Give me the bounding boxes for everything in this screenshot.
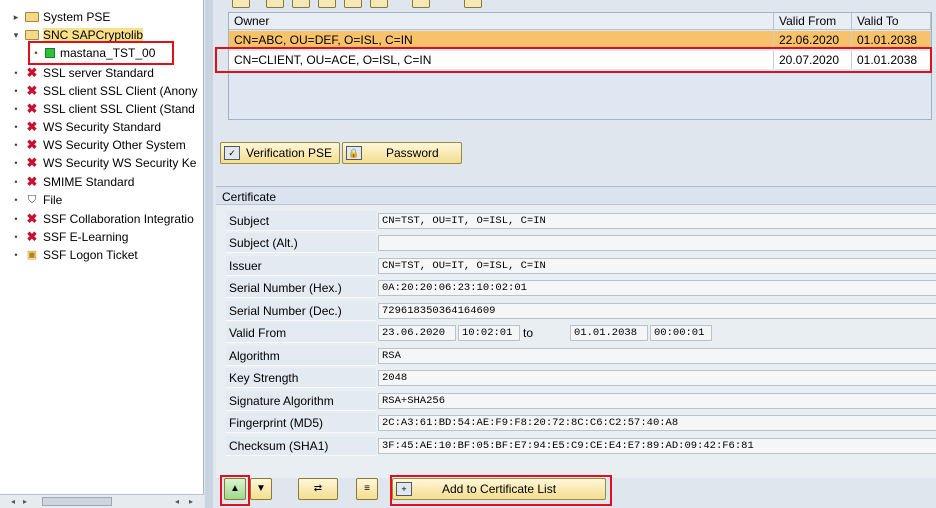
scroll-thumb[interactable] xyxy=(42,497,112,506)
field-serial-dec: Serial Number (Dec.) 729618350364164609 xyxy=(226,301,936,321)
tree-item-system-pse[interactable]: ▸ System PSE xyxy=(0,8,204,26)
display-details-icon[interactable]: ≡ xyxy=(356,478,378,500)
table-row[interactable]: CN=ABC, OU=DEF, O=ISL, C=IN 22.06.2020 0… xyxy=(229,31,931,49)
field-signature-algorithm: Signature Algorithm RSA+SHA256 xyxy=(226,391,936,411)
lock-icon: 🔒 xyxy=(346,146,362,160)
print-icon[interactable] xyxy=(370,0,388,8)
field-subject: Subject CN=TST, OU=IT, O=ISL, C=IN xyxy=(226,211,936,231)
tree-item-mastana-tst[interactable]: • mastana_TST_00 xyxy=(0,44,204,62)
section-title: Certificate xyxy=(222,190,277,204)
sort-asc-icon[interactable] xyxy=(292,0,310,8)
tree-item-ws-security-other[interactable]: • ✖ WS Security Other System xyxy=(0,136,204,154)
field-subject-alt: Subject (Alt.) xyxy=(226,233,936,253)
tree-item-ssl-client-anon[interactable]: • ✖ SSL client SSL Client (Anony xyxy=(0,82,204,100)
add-to-certificate-list-button[interactable]: + Add to Certificate List xyxy=(392,478,606,500)
field-valid-from: Valid From 23.06.2020 10:02:01 to 01.01.… xyxy=(226,323,936,343)
select-all-icon[interactable] xyxy=(266,0,284,8)
pse-tree-panel: ▸ System PSE ▾ SNC SAPCryptolib • mastan… xyxy=(0,0,204,508)
field-fingerprint-md5: Fingerprint (MD5) 2C:A3:61:BD:54:AE:F9:F… xyxy=(226,413,936,433)
scroll-right-icon[interactable]: ▸ xyxy=(20,496,30,507)
tree-item-ws-security-keys[interactable]: • ✖ WS Security WS Security Ke xyxy=(0,154,204,172)
collapse-arrow-icon[interactable]: ▾ xyxy=(13,30,19,41)
import-certificate-icon[interactable]: ▲ xyxy=(224,478,246,500)
folder-icon xyxy=(25,12,39,22)
tree-item-file[interactable]: • ⛉ File xyxy=(0,191,204,209)
verification-pse-button[interactable]: ✓ Verification PSE xyxy=(220,142,340,164)
scroll-left-icon[interactable]: ◂ xyxy=(172,496,182,507)
tree-item-ssf-elearning[interactable]: • ✖ SSF E-Learning xyxy=(0,228,204,246)
red-x-icon: ✖ xyxy=(26,65,38,80)
red-x-icon: ✖ xyxy=(26,83,38,98)
tree-item-ssf-logon-ticket[interactable]: • ▣ SSF Logon Ticket xyxy=(0,246,204,264)
add-certificate-icon: + xyxy=(396,482,412,496)
red-x-icon: ✖ xyxy=(26,101,38,116)
red-x-icon: ✖ xyxy=(26,155,38,170)
filter-icon[interactable] xyxy=(318,0,336,8)
file-shield-icon: ⛉ xyxy=(27,194,37,206)
logon-ticket-icon: ▣ xyxy=(26,249,38,261)
expand-arrow-icon[interactable]: ▸ xyxy=(13,12,19,23)
red-x-icon: ✖ xyxy=(26,119,38,134)
details-icon[interactable] xyxy=(232,0,250,8)
delete-icon[interactable] xyxy=(464,0,482,8)
green-status-icon xyxy=(45,48,55,58)
field-key-strength: Key Strength 2048 xyxy=(226,368,936,388)
tree-item-ssl-server-standard[interactable]: • ✖ SSL server Standard xyxy=(0,64,204,82)
field-serial-hex: Serial Number (Hex.) 0A:20:20:06:23:10:0… xyxy=(226,278,936,298)
field-algorithm: Algorithm RSA xyxy=(226,346,936,366)
tree-item-ssl-client-standard[interactable]: • ✖ SSL client SSL Client (Stand xyxy=(0,100,204,118)
tree-item-snc-sapcryptolib[interactable]: ▾ SNC SAPCryptolib xyxy=(0,26,204,44)
red-x-icon: ✖ xyxy=(26,137,38,152)
col-header-valid-to[interactable]: Valid To xyxy=(852,13,931,30)
compare-certificates-icon[interactable]: ⇄ xyxy=(298,478,338,500)
field-checksum-sha1: Checksum (SHA1) 3F:45:AE:10:BF:05:BF:E7:… xyxy=(226,436,936,456)
table-row[interactable]: CN=CLIENT, OU=ACE, O=ISL, C=IN 20.07.202… xyxy=(229,51,931,69)
col-header-valid-from[interactable]: Valid From xyxy=(774,13,852,30)
owner-toolbar xyxy=(228,0,498,10)
certificate-panel: Certificate Subject CN=TST, OU=IT, O=ISL… xyxy=(216,186,936,478)
col-header-owner[interactable]: Owner xyxy=(229,13,774,30)
red-x-icon: ✖ xyxy=(26,174,38,189)
panel-splitter[interactable] xyxy=(205,0,213,508)
tree-item-ws-security-standard[interactable]: • ✖ WS Security Standard xyxy=(0,118,204,136)
scroll-right-icon[interactable]: ▸ xyxy=(186,496,196,507)
red-x-icon: ✖ xyxy=(26,229,38,244)
verification-icon: ✓ xyxy=(224,146,240,160)
folder-open-icon xyxy=(25,30,39,40)
certificate-toolbar: ▲ ▼ ⇄ ≡ + Add to Certificate List xyxy=(216,478,936,508)
certificate-list-table: Owner Valid From Valid To CN=ABC, OU=DEF… xyxy=(228,12,932,120)
tree-horizontal-scrollbar[interactable]: ◂ ▸ ◂ ▸ xyxy=(0,494,204,508)
field-issuer: Issuer CN=TST, OU=IT, O=ISL, C=IN xyxy=(226,256,936,276)
scroll-left-icon[interactable]: ◂ xyxy=(8,496,18,507)
export-certificate-icon[interactable]: ▼ xyxy=(250,478,272,500)
sum-icon[interactable] xyxy=(344,0,362,8)
export-icon[interactable] xyxy=(412,0,430,8)
tree-item-smime-standard[interactable]: • ✖ SMIME Standard xyxy=(0,173,204,191)
password-button[interactable]: 🔒 Password xyxy=(342,142,462,164)
tree-item-ssf-collaboration[interactable]: • ✖ SSF Collaboration Integratio xyxy=(0,210,204,228)
red-x-icon: ✖ xyxy=(26,211,38,226)
